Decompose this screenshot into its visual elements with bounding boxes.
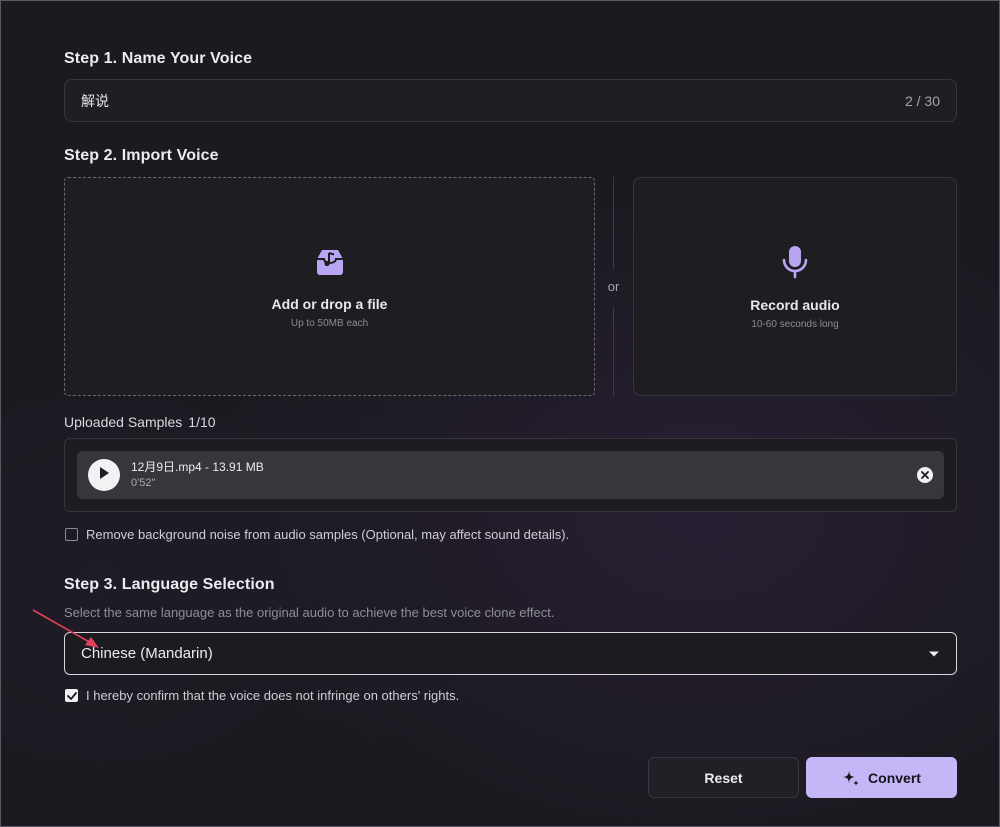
step1-title: Step 1. Name Your Voice bbox=[64, 50, 253, 67]
close-icon bbox=[921, 466, 929, 484]
char-counter: 2 / 30 bbox=[904, 92, 940, 109]
samples-list: 12月9日.mp4 - 13.91 MB 0'52" bbox=[64, 438, 957, 512]
upload-title: Add or drop a file bbox=[271, 295, 388, 312]
list-item: 12月9日.mp4 - 13.91 MB 0'52" bbox=[77, 451, 944, 499]
step3-title: Step 3. Language Selection bbox=[64, 576, 275, 593]
sparkle-icon bbox=[842, 769, 860, 787]
play-button[interactable] bbox=[88, 459, 120, 491]
uploaded-samples-label: Uploaded Samples 1/10 bbox=[64, 414, 216, 430]
step3-subtitle: Select the same language as the original… bbox=[64, 605, 555, 620]
record-audio-button[interactable]: Record audio 10-60 seconds long bbox=[633, 177, 957, 396]
annotation-arrow-icon bbox=[32, 609, 99, 648]
caret-down-icon bbox=[928, 645, 940, 663]
upload-subtitle: Up to 50MB each bbox=[290, 317, 369, 329]
or-separator: or bbox=[607, 279, 620, 294]
record-subtitle: 10-60 seconds long bbox=[751, 318, 839, 330]
record-title: Record audio bbox=[750, 296, 840, 313]
divider-top bbox=[613, 177, 614, 269]
voice-name-value: 解说 bbox=[81, 92, 109, 109]
tray-music-icon bbox=[313, 245, 347, 284]
checkmark-icon bbox=[66, 691, 77, 700]
rights-confirm-checkbox[interactable] bbox=[65, 689, 78, 702]
language-select[interactable]: Chinese (Mandarin) bbox=[64, 632, 957, 675]
microphone-icon bbox=[778, 244, 812, 285]
samples-label-text: Uploaded Samples bbox=[64, 414, 183, 430]
sample-file-name: 12月9日.mp4 - 13.91 MB bbox=[131, 460, 264, 474]
noise-removal-option[interactable]: Remove background noise from audio sampl… bbox=[65, 527, 569, 542]
voice-clone-panel: Step 1. Name Your Voice 解说 2 / 30 Step 2… bbox=[0, 0, 1000, 827]
sample-duration: 0'52" bbox=[131, 477, 156, 489]
play-icon bbox=[98, 466, 110, 485]
noise-removal-label: Remove background noise from audio sampl… bbox=[86, 527, 570, 542]
reset-button[interactable]: Reset bbox=[648, 757, 799, 798]
remove-sample-button[interactable] bbox=[917, 467, 933, 483]
convert-label: Convert bbox=[868, 769, 921, 786]
rights-confirm-label: I hereby confirm that the voice does not… bbox=[86, 688, 460, 703]
file-drop-zone[interactable]: Add or drop a file Up to 50MB each bbox=[64, 177, 595, 396]
noise-removal-checkbox[interactable] bbox=[65, 528, 78, 541]
step2-title: Step 2. Import Voice bbox=[64, 147, 219, 164]
voice-name-input[interactable]: 解说 2 / 30 bbox=[64, 79, 957, 122]
convert-button[interactable]: Convert bbox=[806, 757, 957, 798]
rights-confirm-option[interactable]: I hereby confirm that the voice does not… bbox=[65, 688, 459, 703]
divider-bottom bbox=[613, 307, 614, 396]
samples-count: 1/10 bbox=[188, 414, 216, 430]
